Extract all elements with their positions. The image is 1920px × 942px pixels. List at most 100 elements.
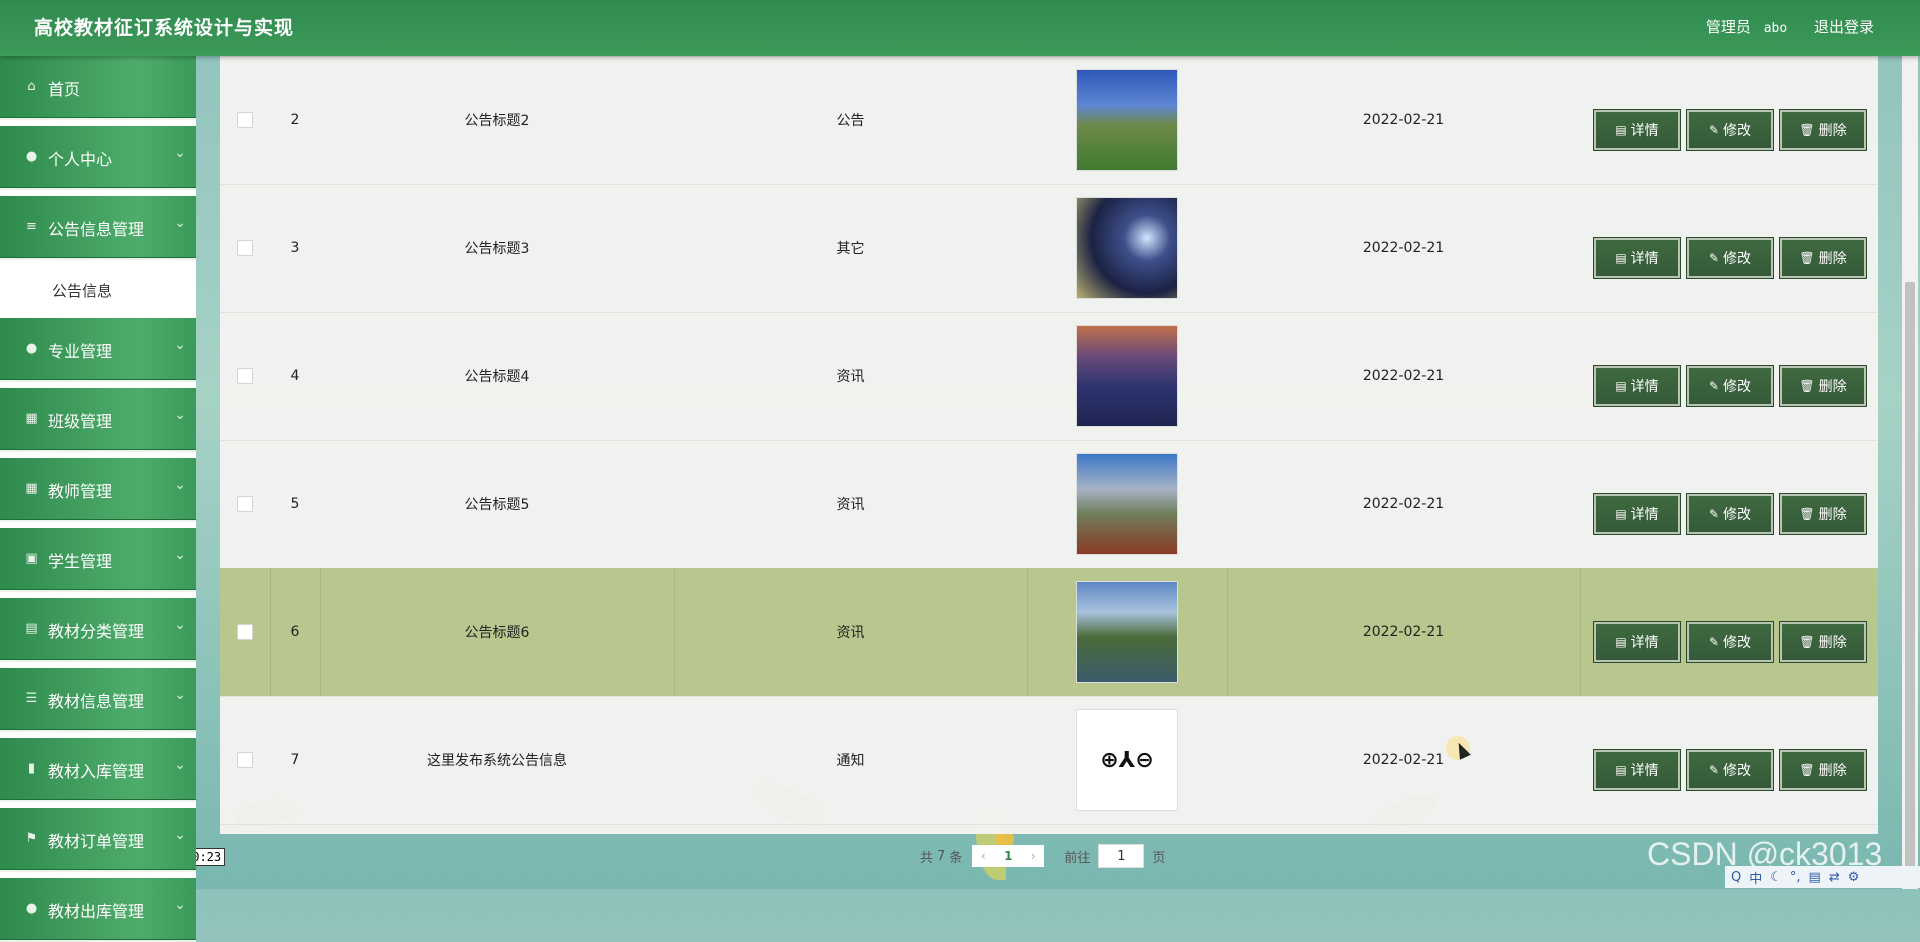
delete-button[interactable]: 🗑 删除 (1780, 750, 1866, 790)
pencil-icon: ✎ (1708, 507, 1720, 521)
detail-button[interactable]: ▤ 详情 (1594, 238, 1680, 278)
edit-button[interactable]: ✎ 修改 (1687, 494, 1773, 534)
row-title: 公告标题3 (464, 241, 530, 257)
row-image-cell (1027, 184, 1227, 312)
edit-button-label: 修改 (1723, 123, 1752, 139)
chevron-down-icon: ⌄ (174, 757, 186, 773)
pencil-icon: ✎ (1708, 379, 1720, 393)
home-icon: ⌂ (27, 79, 36, 94)
prev-page-button[interactable]: ‹ (972, 845, 995, 867)
sidebar-item-textbook-info[interactable]: ☰ 教材信息管理 ⌄ (0, 668, 196, 732)
delete-button[interactable]: 🗑 删除 (1780, 622, 1866, 662)
detail-button-label: 详情 (1630, 379, 1659, 395)
tray-item[interactable]: 中 (1749, 868, 1762, 887)
tray-item[interactable]: ⚙ (1848, 870, 1860, 885)
user-area: 管理员 abo 退出登录 (1700, 16, 1874, 37)
sidebar-item-label: 首页 (48, 80, 81, 99)
edit-button[interactable]: ✎ 修改 (1687, 366, 1773, 406)
sidebar-subitem-label: 公告信息 (52, 282, 113, 300)
sidebar-item-announcements[interactable]: ≡ 公告信息管理 ⌄ (0, 196, 196, 260)
sidebar-item-classes[interactable]: ▦ 班级管理 ⌄ (0, 388, 196, 452)
scrollbar-thumb[interactable] (1905, 282, 1915, 882)
edit-button[interactable]: ✎ 修改 (1687, 110, 1773, 150)
tray-item[interactable]: ▤ (1809, 870, 1821, 885)
delete-button[interactable]: 🗑 删除 (1780, 238, 1866, 278)
row-index: 4 (290, 368, 300, 384)
row-title: 公告标题5 (464, 497, 530, 513)
row-date: 2022-02-21 (1362, 496, 1445, 512)
sidebar-item-teachers[interactable]: ▦ 教师管理 ⌄ (0, 458, 196, 522)
delete-button[interactable]: 🗑 删除 (1780, 494, 1866, 534)
row-checkbox[interactable] (237, 112, 253, 128)
edit-button[interactable]: ✎ 修改 (1687, 238, 1773, 278)
sidebar-item-label: 专业管理 (48, 342, 113, 361)
detail-button-label: 详情 (1630, 763, 1659, 779)
detail-button[interactable]: ▤ 详情 (1594, 110, 1680, 150)
row-actions: ▤ 详情 ✎ 修改 🗑 删除 (1580, 184, 1878, 312)
sidebar-item-textbook-category[interactable]: ▤ 教材分类管理 ⌄ (0, 598, 196, 662)
table-row: 4 公告标题4 资讯 2022-02-21 ▤ 详情 ✎ 修改 🗑 删除 (220, 312, 1878, 441)
trash-icon: 🗑 (1799, 635, 1815, 649)
sidebar-item-profile[interactable]: ● 个人中心 ⌄ (0, 126, 196, 190)
sidebar-item-textbook-stock-out[interactable]: ● 教材出库管理 ⌄ (0, 878, 196, 942)
document-icon: ▤ (1615, 507, 1627, 521)
row-checkbox[interactable] (237, 240, 253, 256)
row-type: 资讯 (674, 568, 1028, 696)
sidebar-item-students[interactable]: ▣ 学生管理 ⌄ (0, 528, 196, 592)
pencil-icon: ✎ (1708, 123, 1720, 137)
clipboard-icon: ▤ (25, 621, 38, 636)
circle-icon: ● (25, 901, 38, 916)
delete-button-label: 删除 (1818, 379, 1847, 395)
detail-button[interactable]: ▤ 详情 (1594, 366, 1680, 406)
row-image-cell (1027, 56, 1227, 184)
user-icon: ● (25, 341, 38, 356)
page-number-current[interactable]: 1 (994, 845, 1023, 867)
row-checkbox[interactable] (237, 624, 253, 640)
sidebar-item-textbook-orders[interactable]: ⚑ 教材订单管理 ⌄ (0, 808, 196, 872)
trash-icon: 🗑 (1799, 507, 1815, 521)
sidebar-subitem-announcement-info[interactable]: 公告信息 (0, 266, 196, 312)
delete-button-label: 删除 (1818, 251, 1847, 267)
delete-button[interactable]: 🗑 删除 (1780, 366, 1866, 406)
edit-button-label: 修改 (1723, 251, 1752, 267)
pagination: 共 7 条 ‹ 1 › 前往 1 页 (920, 844, 1165, 868)
detail-button[interactable]: ▤ 详情 (1594, 622, 1680, 662)
row-index: 7 (290, 752, 300, 768)
tray-item[interactable]: °, (1790, 870, 1801, 885)
detail-button[interactable]: ▤ 详情 (1594, 494, 1680, 534)
row-title: 公告标题4 (464, 369, 530, 385)
tray-item[interactable]: Q (1731, 870, 1741, 885)
pager-total: 7 (937, 848, 946, 864)
logo-symbol: ⊕⅄⊖ (1076, 709, 1178, 811)
edit-button[interactable]: ✎ 修改 (1687, 750, 1773, 790)
delete-button-label: 删除 (1818, 763, 1847, 779)
sidebar-item-majors[interactable]: ● 专业管理 ⌄ (0, 318, 196, 382)
row-type: 公告 (836, 113, 865, 129)
sidebar-item-textbook-stock-in[interactable]: ▮ 教材入库管理 ⌄ (0, 738, 196, 802)
row-actions: ▤ 详情 ✎ 修改 🗑 删除 (1580, 440, 1878, 568)
delete-button[interactable]: 🗑 删除 (1780, 110, 1866, 150)
detail-button[interactable]: ▤ 详情 (1594, 750, 1680, 790)
tray-item[interactable]: ☾ (1770, 870, 1782, 885)
row-checkbox[interactable] (237, 368, 253, 384)
row-image-cell (1027, 568, 1228, 696)
trash-icon: 🗑 (1799, 123, 1815, 137)
delete-button-label: 删除 (1818, 507, 1847, 523)
sidebar-item-label: 教材入库管理 (48, 762, 145, 781)
goto-page-input[interactable]: 1 (1098, 844, 1145, 868)
night-stage-photo (1076, 197, 1178, 299)
row-checkbox[interactable] (237, 752, 253, 768)
sidebar-item-home[interactable]: ⌂ 首页 (0, 56, 196, 120)
next-page-button[interactable]: › (1022, 845, 1045, 867)
detail-button-label: 详情 (1630, 635, 1659, 651)
row-actions: ▤ 详情 ✎ 修改 🗑 删除 (1580, 696, 1878, 824)
sidebar-item-label: 教材分类管理 (48, 622, 145, 641)
logout-link[interactable]: 退出登录 (1814, 18, 1874, 36)
sidebar: ⌂ 首页 ● 个人中心 ⌄ ≡ 公告信息管理 ⌄ 公告信息 ● 专业管理 ⌄ ▦… (0, 56, 196, 942)
page-scrollbar[interactable] (1902, 56, 1918, 889)
tray-item[interactable]: ⇄ (1829, 870, 1840, 885)
row-checkbox[interactable] (237, 496, 253, 512)
edit-button[interactable]: ✎ 修改 (1687, 622, 1773, 662)
chevron-down-icon: ⌄ (174, 215, 186, 231)
sidebar-item-label: 教师管理 (48, 482, 113, 501)
